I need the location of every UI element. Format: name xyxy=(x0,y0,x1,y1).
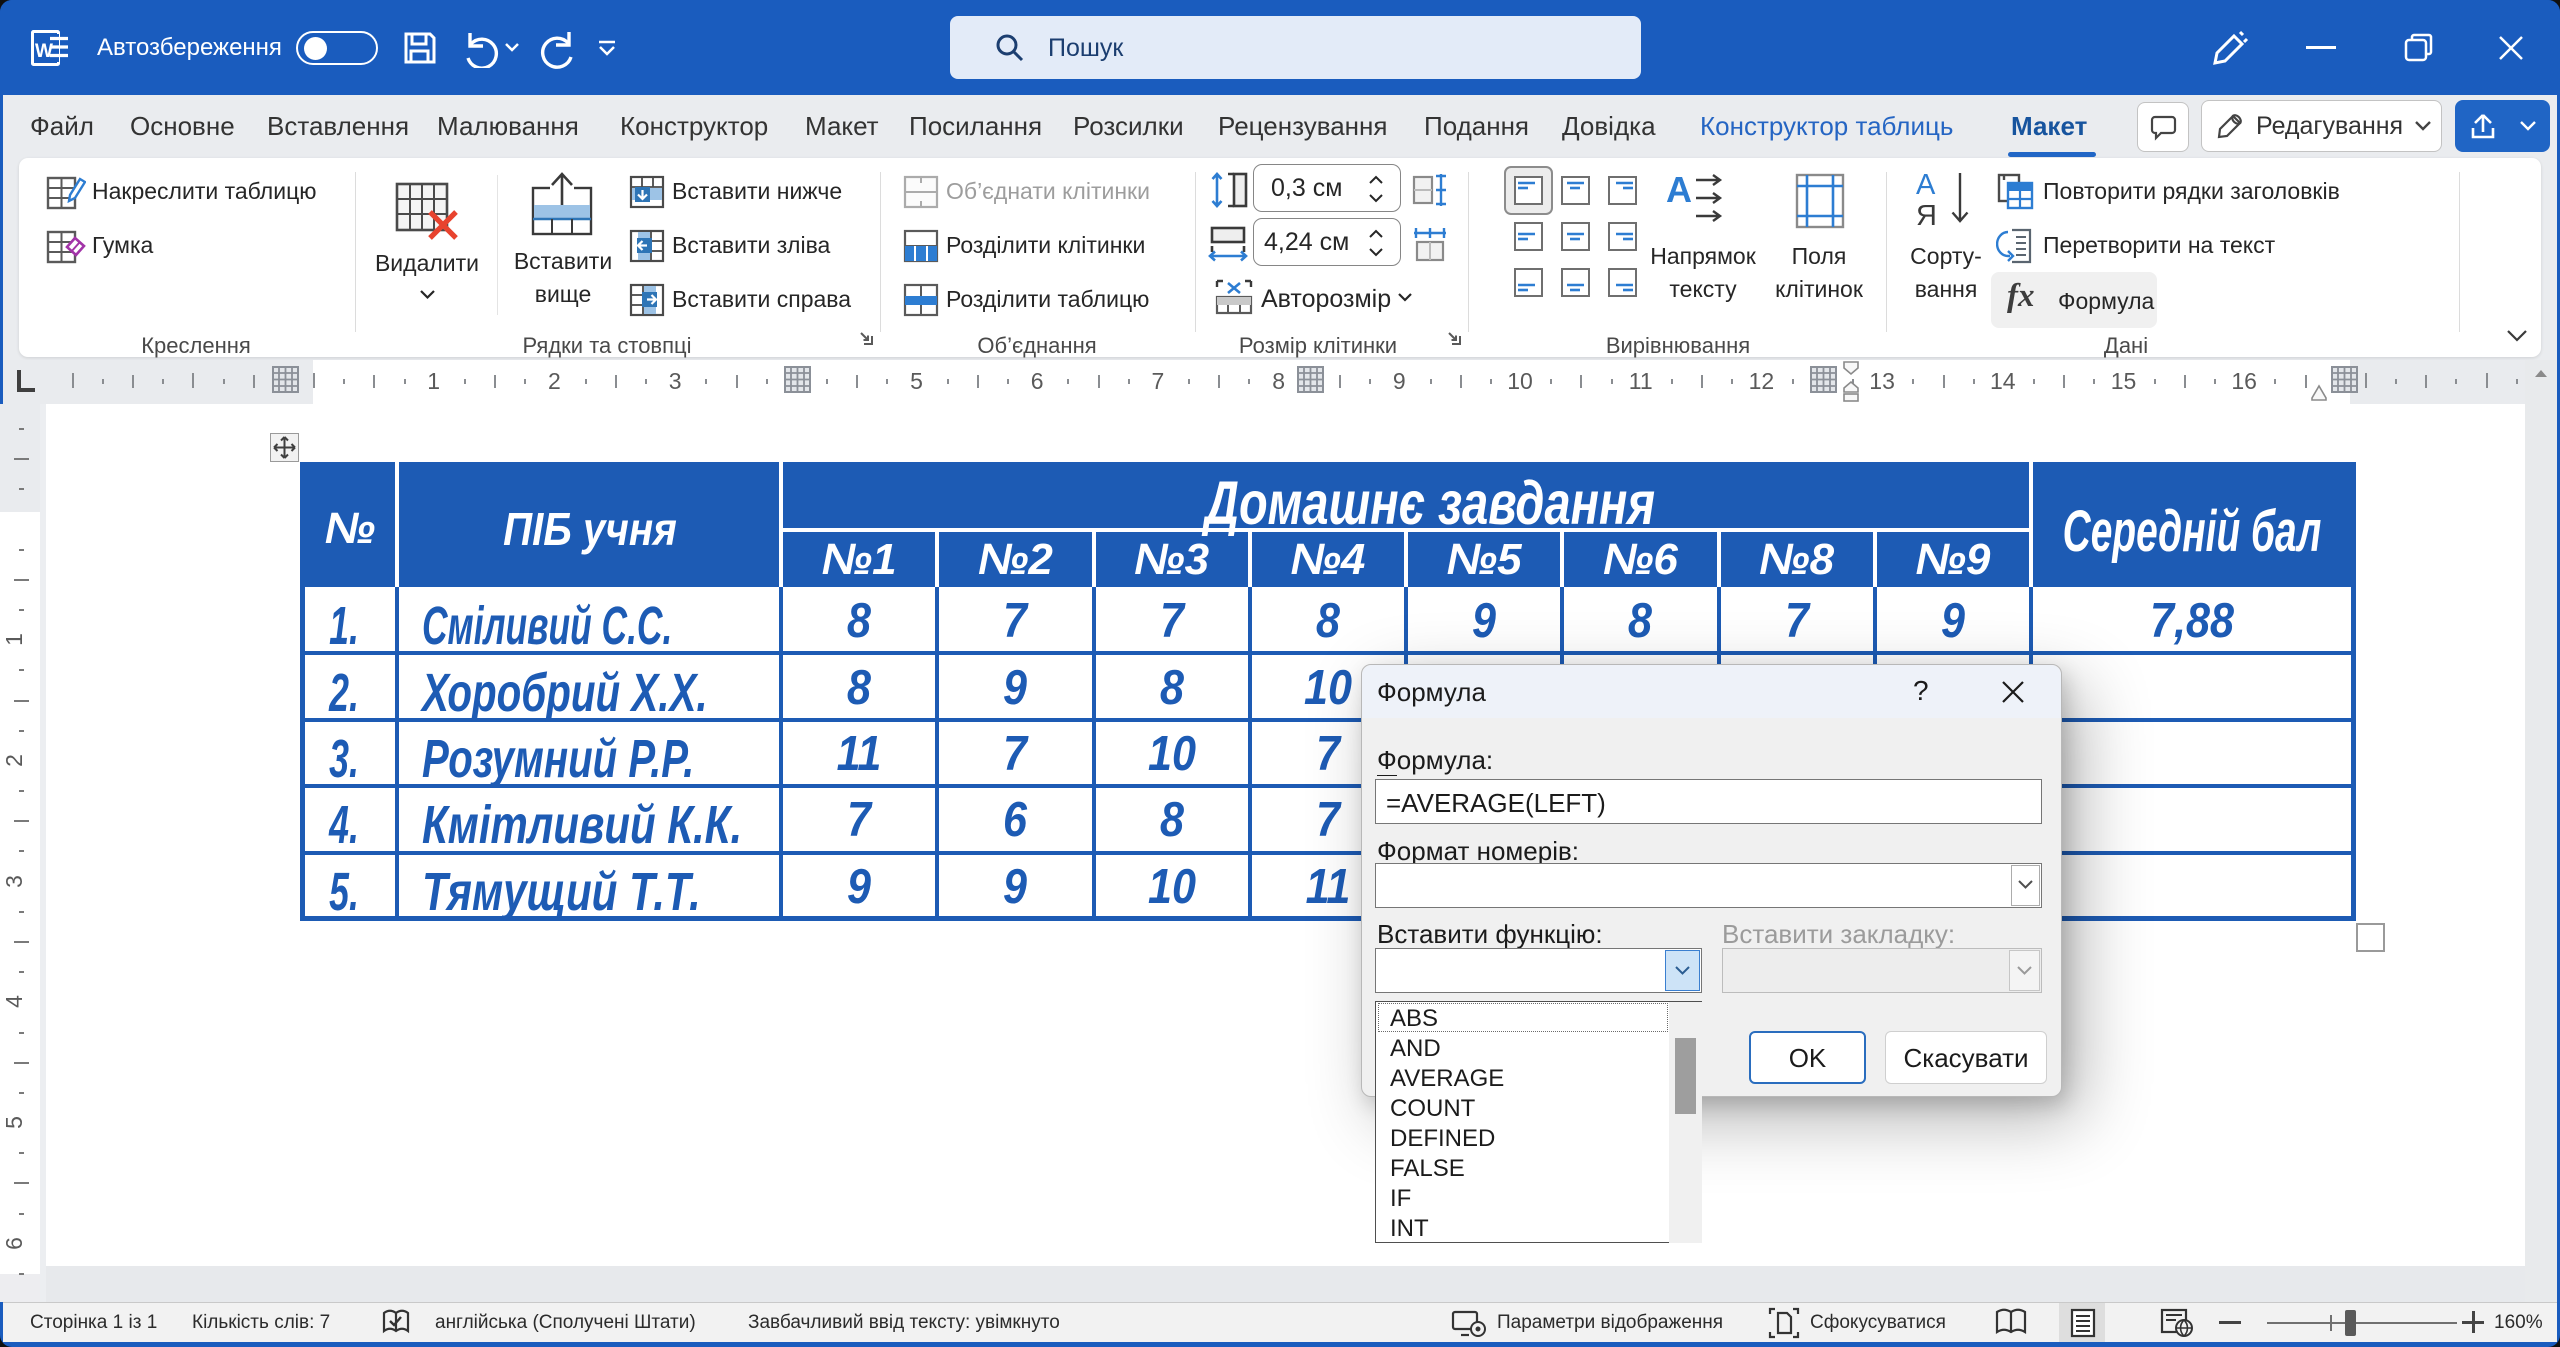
svg-text:А: А xyxy=(1916,170,1936,201)
svg-text:A: A xyxy=(1666,172,1692,210)
svg-text:W: W xyxy=(35,41,53,62)
svg-text:Я: Я xyxy=(1916,200,1937,230)
